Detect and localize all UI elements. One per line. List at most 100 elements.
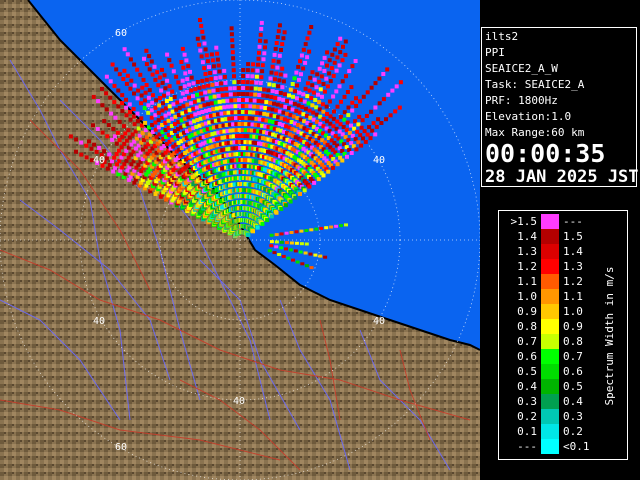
echo-cell [136, 88, 141, 93]
echo-cell [296, 64, 301, 69]
echo-cell [195, 36, 200, 41]
echo-cell [344, 74, 348, 79]
echo-cell [281, 36, 286, 41]
echo-cell [100, 130, 105, 135]
legend-lower-bound: 1.2 [517, 260, 537, 273]
echo-cell [258, 87, 262, 92]
echo-cell [283, 73, 288, 78]
echo-cell [263, 45, 267, 50]
legend-row: --- <0.1 [499, 439, 609, 454]
ring-label-south-40: 40 [233, 396, 245, 407]
echo-cell [185, 102, 190, 107]
echo-cell [96, 99, 101, 104]
echo-cell [314, 227, 319, 231]
echo-cell [110, 62, 115, 67]
echo-cell [160, 108, 165, 113]
echo-cell [231, 56, 236, 61]
echo-cell [236, 80, 241, 84]
ring-label-nw-40: 40 [93, 155, 105, 166]
echo-cell [373, 132, 378, 137]
echo-cell [294, 70, 299, 75]
echo-cell [302, 99, 307, 104]
echo-cell [304, 106, 308, 111]
echo-cell [120, 108, 125, 113]
echo-cell [277, 78, 282, 83]
elevation-value: Elevation:1.0 [485, 110, 572, 123]
echo-cell [286, 256, 291, 260]
echo-cell [187, 108, 192, 113]
echo-cell [237, 116, 242, 120]
echo-cell [153, 113, 158, 118]
legend-lower-bound: 0.7 [517, 335, 537, 348]
echo-cell [339, 224, 343, 228]
echo-cell [291, 258, 295, 262]
echo-cell [340, 158, 345, 163]
echo-cell [332, 47, 337, 52]
echo-cell [358, 99, 362, 104]
echo-cell [310, 103, 315, 108]
echo-cell [204, 77, 209, 82]
echo-cell [250, 68, 255, 73]
echo-cell [309, 25, 314, 29]
legend-swatch [541, 319, 559, 334]
echo-cell [221, 99, 226, 104]
echo-cell [255, 225, 260, 230]
legend-row: 1.3 1.4 [499, 244, 609, 259]
echo-cell [332, 60, 337, 65]
echo-cell [226, 110, 231, 115]
echo-cell [181, 104, 186, 109]
echo-cell [283, 203, 288, 208]
echo-cell [347, 69, 352, 74]
echo-cell [121, 77, 126, 81]
echo-cell [184, 58, 189, 63]
echo-cell [182, 116, 187, 121]
echo-cell [132, 91, 136, 96]
echo-cell [131, 107, 136, 111]
echo-cell [203, 47, 208, 52]
echo-cell [263, 39, 268, 44]
echo-cell [229, 98, 234, 103]
echo-cell [274, 210, 279, 215]
echo-cell [95, 127, 100, 131]
legend-upper-bound: 1.1 [563, 290, 583, 303]
echo-cell [270, 107, 275, 112]
echo-cell [226, 104, 230, 109]
echo-cell [271, 83, 276, 88]
echo-cell [349, 85, 354, 90]
radar-ppi-display[interactable]: 60 40 40 40 40 40 60 [0, 0, 480, 480]
echo-cell [314, 85, 319, 90]
echo-cell [271, 58, 276, 63]
echo-cell [209, 52, 214, 57]
echo-cell [230, 50, 235, 55]
legend-lower-bound: 0.1 [517, 425, 537, 438]
echo-cell [204, 53, 209, 58]
echo-cell [211, 88, 216, 93]
echo-cell [177, 105, 182, 110]
echo-cell [144, 62, 149, 67]
echo-cell [259, 105, 264, 110]
echo-cell [113, 115, 118, 120]
echo-cell [206, 83, 211, 88]
echo-cell [325, 63, 329, 68]
echo-cell [319, 226, 324, 230]
echo-cell [180, 91, 185, 96]
echo-cell [150, 100, 155, 105]
legend-upper-bound: 1.5 [563, 230, 583, 243]
echo-cell [346, 113, 351, 118]
echo-cell [114, 67, 119, 72]
echo-cell [258, 81, 263, 86]
echo-cell [346, 105, 351, 110]
echo-cell [377, 76, 382, 81]
echo-cell [354, 147, 359, 152]
echo-cell [339, 99, 343, 104]
echo-cell [309, 96, 314, 100]
echo-cell [277, 109, 282, 114]
echo-cell [317, 107, 322, 112]
legend-swatch [541, 304, 559, 319]
echo-cell [279, 48, 283, 52]
legend-upper-bound: 1.4 [563, 245, 583, 258]
echo-cell [318, 254, 323, 258]
echo-cell [313, 98, 318, 102]
legend-swatch [541, 439, 559, 454]
echo-cell [255, 110, 260, 115]
